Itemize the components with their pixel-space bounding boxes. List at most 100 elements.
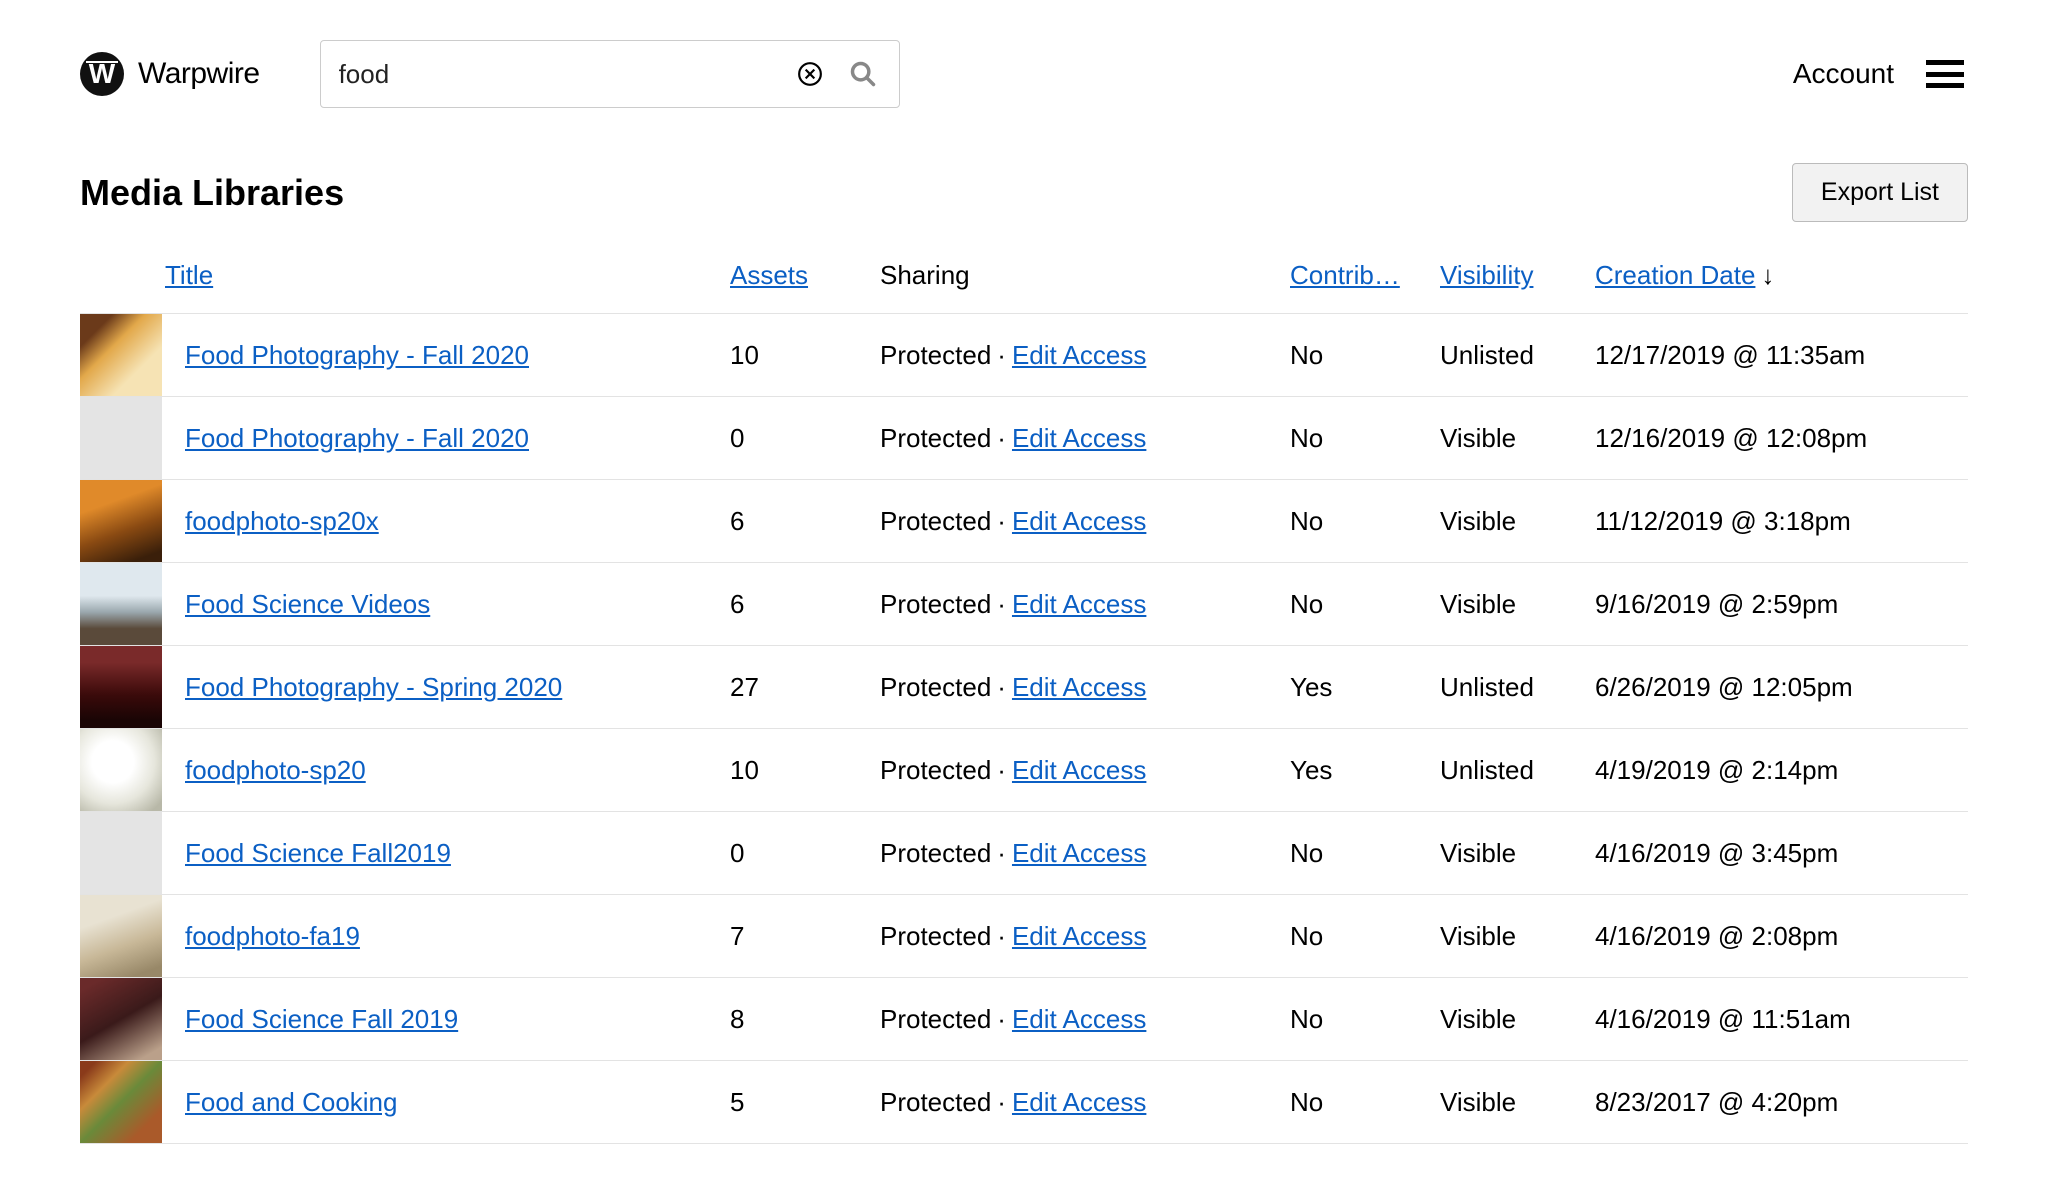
table-row: Food Photography - Fall 20200Protected·E… [80,397,1968,480]
library-thumbnail[interactable] [80,480,162,562]
visibility-cell: Visible [1440,506,1595,537]
col-creation-date[interactable]: Creation Date↓ [1595,260,1955,291]
edit-access-link[interactable]: Edit Access [1012,423,1146,453]
separator: · [997,672,1006,702]
creation-date-cell: 11/12/2019 @ 3:18pm [1595,506,1955,537]
separator: · [997,340,1006,370]
title-cell: foodphoto-fa19 [165,921,730,952]
assets-cell: 27 [730,672,880,703]
creation-date-cell: 4/16/2019 @ 2:08pm [1595,921,1955,952]
sharing-cell: Protected·Edit Access [880,1004,1290,1035]
edit-access-link[interactable]: Edit Access [1012,1087,1146,1117]
library-title-link[interactable]: foodphoto-sp20x [185,506,379,536]
separator: · [997,921,1006,951]
edit-access-link[interactable]: Edit Access [1012,755,1146,785]
table-row: Food Science Fall 20198Protected·Edit Ac… [80,978,1968,1061]
sharing-status: Protected [880,672,991,702]
hamburger-icon [1926,60,1964,88]
sharing-status: Protected [880,506,991,536]
table-row: Food Science Fall2019 0Protected·Edit Acc… [80,812,1968,895]
assets-cell: 0 [730,423,880,454]
library-title-link[interactable]: Food Science Fall2019 [185,838,451,868]
col-sharing: Sharing [880,260,1290,291]
export-list-button[interactable]: Export List [1792,163,1968,222]
edit-access-link[interactable]: Edit Access [1012,340,1146,370]
assets-cell: 7 [730,921,880,952]
visibility-cell: Visible [1440,1087,1595,1118]
table-row: foodphoto-sp20x6Protected·Edit AccessNoV… [80,480,1968,563]
library-title-link[interactable]: Food Photography - Fall 2020 [185,340,529,370]
col-title[interactable]: Title [165,260,730,291]
contributor-cell: No [1290,340,1440,371]
app-header: Warpwire Account [80,40,1968,108]
title-cell: Food Science Fall 2019 [165,1004,730,1035]
title-cell: Food Photography - Spring 2020 [165,672,730,703]
clear-search-button[interactable] [793,57,827,91]
visibility-cell: Visible [1440,423,1595,454]
sharing-cell: Protected·Edit Access [880,1087,1290,1118]
search-icon [849,60,877,88]
library-thumbnail[interactable] [80,812,162,894]
title-cell: Food and Cooking [165,1087,730,1118]
library-title-link[interactable]: Food Science Videos [185,589,430,619]
sharing-cell: Protected·Edit Access [880,506,1290,537]
table-row: foodphoto-sp2010Protected·Edit AccessYes… [80,729,1968,812]
library-thumbnail[interactable] [80,563,162,645]
brand[interactable]: Warpwire [80,52,260,96]
contributor-cell: Yes [1290,755,1440,786]
edit-access-link[interactable]: Edit Access [1012,506,1146,536]
col-assets[interactable]: Assets [730,260,880,291]
libraries-table: Title Assets Sharing Contrib… Visibility… [80,252,1968,1144]
title-cell: Food Photography - Fall 2020 [165,423,730,454]
sharing-cell: Protected·Edit Access [880,340,1290,371]
separator: · [997,1087,1006,1117]
account-link[interactable]: Account [1793,58,1894,90]
visibility-cell: Visible [1440,921,1595,952]
creation-date-cell: 12/16/2019 @ 12:08pm [1595,423,1955,454]
library-title-link[interactable]: Food Photography - Fall 2020 [185,423,529,453]
library-thumbnail[interactable] [80,314,162,396]
library-thumbnail[interactable] [80,978,162,1060]
search-button[interactable] [845,56,881,92]
creation-date-cell: 9/16/2019 @ 2:59pm [1595,589,1955,620]
contributor-cell: Yes [1290,672,1440,703]
sharing-cell: Protected·Edit Access [880,838,1290,869]
library-thumbnail[interactable] [80,397,162,479]
assets-cell: 10 [730,340,880,371]
library-thumbnail[interactable] [80,895,162,977]
sharing-status: Protected [880,838,991,868]
clear-icon [797,61,823,87]
col-contributor[interactable]: Contrib… [1290,260,1420,291]
col-visibility[interactable]: Visibility [1440,260,1595,291]
contributor-cell: No [1290,1004,1440,1035]
separator: · [997,506,1006,536]
library-title-link[interactable]: Food and Cooking [185,1087,397,1117]
creation-date-cell: 6/26/2019 @ 12:05pm [1595,672,1955,703]
sharing-status: Protected [880,340,991,370]
assets-cell: 0 [730,838,880,869]
search-input[interactable] [339,59,775,90]
sharing-status: Protected [880,589,991,619]
edit-access-link[interactable]: Edit Access [1012,672,1146,702]
separator: · [997,838,1006,868]
library-title-link[interactable]: Food Science Fall 2019 [185,1004,458,1034]
edit-access-link[interactable]: Edit Access [1012,921,1146,951]
creation-date-cell: 4/16/2019 @ 3:45pm [1595,838,1955,869]
visibility-cell: Visible [1440,589,1595,620]
menu-button[interactable] [1922,56,1968,92]
library-thumbnail[interactable] [80,646,162,728]
table-row: foodphoto-fa197Protected·Edit AccessNoVi… [80,895,1968,978]
library-title-link[interactable]: foodphoto-fa19 [185,921,360,951]
edit-access-link[interactable]: Edit Access [1012,838,1146,868]
edit-access-link[interactable]: Edit Access [1012,589,1146,619]
library-title-link[interactable]: foodphoto-sp20 [185,755,366,785]
library-title-link[interactable]: Food Photography - Spring 2020 [185,672,562,702]
library-thumbnail[interactable] [80,1061,162,1143]
sharing-cell: Protected·Edit Access [880,672,1290,703]
assets-cell: 10 [730,755,880,786]
creation-date-cell: 4/16/2019 @ 11:51am [1595,1004,1955,1035]
search-bar [320,40,900,108]
contributor-cell: No [1290,838,1440,869]
edit-access-link[interactable]: Edit Access [1012,1004,1146,1034]
library-thumbnail[interactable] [80,729,162,811]
